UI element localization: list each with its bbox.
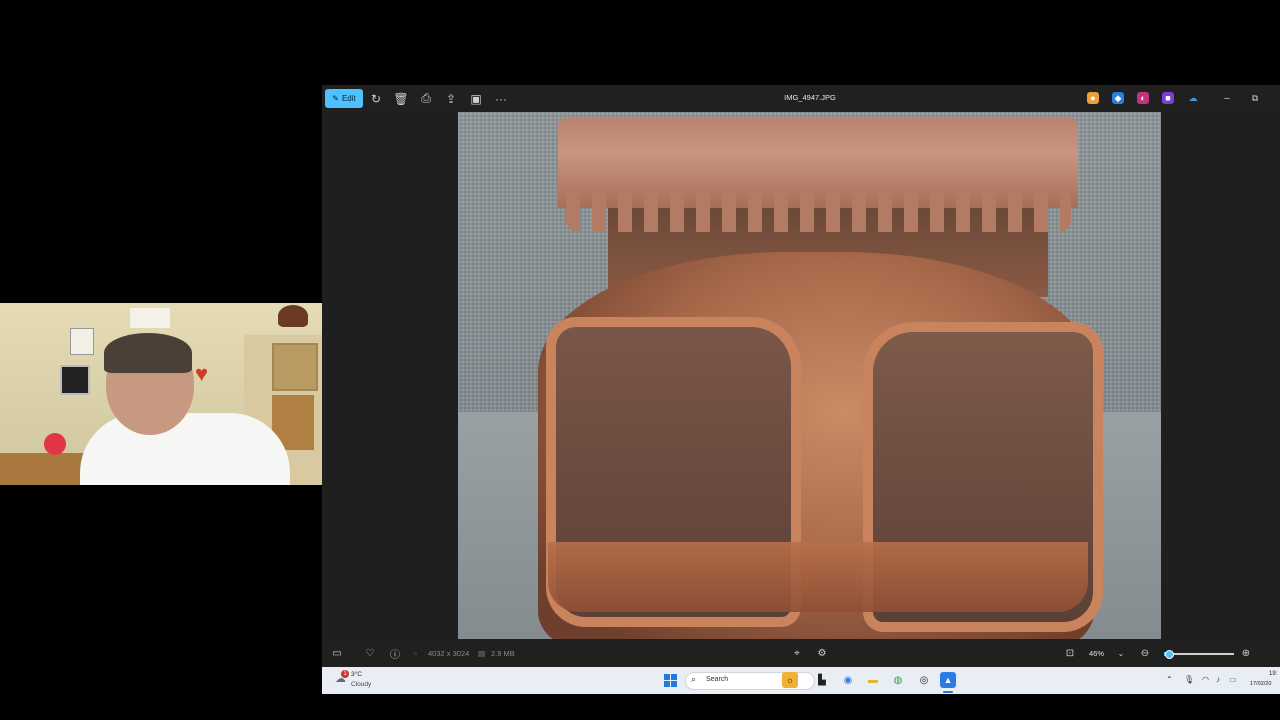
clock-date[interactable]: 17/02/20 (1250, 681, 1271, 687)
webcam-person-shirt (80, 413, 290, 485)
info-icon[interactable]: ⓘ (388, 646, 402, 661)
webcam-person-hair (104, 333, 192, 373)
zoom-slider-track[interactable] (1164, 653, 1234, 655)
photos-bottom-bar: ▭ ♡ ⓘ ▫ 4032 x 3024 ▤ 2.9 MB ⌖ ⚙ ⊡ 46% ⌄… (322, 640, 1280, 667)
image-dimensions: 4032 x 3024 (428, 649, 470, 658)
restore-button[interactable]: ⧉ (1246, 90, 1264, 107)
weather-condition[interactable]: Cloudy (351, 681, 371, 688)
enhance-icon[interactable]: ⚙ (815, 646, 829, 660)
webcam-hat (278, 305, 308, 327)
visual-search-icon[interactable]: ⌖ (790, 646, 804, 660)
designer-icon[interactable]: ◆ (1112, 92, 1124, 104)
webcam-feed: ♥ (0, 303, 322, 485)
webcam-wall-frame (130, 308, 170, 328)
photos-toolbar: ✎ Edit ↻ 🗑 ⎙ ⇪ ▣ ··· IMG_4947.JPG ● ◆ ◐ … (322, 85, 1280, 112)
file-size-icon: ▤ (478, 649, 486, 658)
search-icon: ⌕ (691, 674, 697, 684)
battery-icon[interactable]: ▭ (1229, 675, 1237, 684)
obs-icon[interactable]: ◎ (916, 672, 932, 688)
weather-temperature[interactable]: 3°C (351, 671, 362, 678)
microphone-icon[interactable]: 🎙 (1184, 675, 1194, 684)
file-size: 2.9 MB (491, 649, 515, 658)
minimize-button[interactable]: – (1218, 90, 1236, 107)
chevron-up-icon[interactable]: ⌃ (1166, 675, 1173, 684)
photos-window: ✎ Edit ↻ 🗑 ⎙ ⇪ ▣ ··· IMG_4947.JPG ● ◆ ◐ … (322, 85, 1280, 667)
favorite-icon[interactable]: ♡ (363, 646, 377, 660)
photo-pot-base-band (548, 542, 1088, 612)
zoom-slider-thumb[interactable] (1164, 650, 1174, 659)
copilot-icon[interactable]: ● (1087, 92, 1099, 104)
photos-taskbar-icon[interactable]: ▲ (940, 672, 956, 688)
search-highlight-icon[interactable]: ☼ (782, 672, 798, 688)
webcam-wall-picture (70, 328, 94, 355)
copilot-taskbar-icon[interactable]: ◉ (840, 672, 856, 688)
filmstrip-icon[interactable]: ▭ (330, 646, 344, 660)
webcam-red-object (44, 433, 66, 455)
file-explorer-icon[interactable]: ▬ (865, 672, 881, 688)
taskbar-search-placeholder: Search (706, 676, 729, 683)
onedrive-icon[interactable]: ☁ (1187, 92, 1199, 104)
webcam-heart-picture: ♥ (195, 361, 209, 386)
clipchamp-icon[interactable]: ◐ (1137, 92, 1149, 104)
taskbar: ☁ 1 3°C Cloudy ⌕ Search ☼ ▙ ◉ ▬ ◍ ◎ ▲ ⌃ … (322, 667, 1280, 694)
planner-icon[interactable]: ■ (1162, 92, 1174, 104)
chrome-icon[interactable]: ◍ (890, 672, 906, 688)
windows-start-icon[interactable] (664, 674, 677, 687)
task-view-icon[interactable]: ▙ (814, 672, 830, 688)
clock-time[interactable]: 19: (1269, 671, 1277, 677)
speaker-icon[interactable]: ♪ (1216, 675, 1220, 684)
weather-alert-badge: 1 (341, 670, 349, 678)
zoom-level[interactable]: 46% (1089, 649, 1104, 658)
photo-view[interactable] (458, 112, 1161, 639)
webcam-cupboard-door (272, 343, 318, 391)
chevron-down-icon[interactable]: ⌄ (1114, 646, 1128, 660)
webcam-wall-clock (60, 365, 90, 395)
zoom-in-icon[interactable]: ⊕ (1239, 646, 1253, 660)
active-app-indicator (943, 691, 953, 693)
photo-pot-rim-scallops (566, 192, 1071, 232)
fit-screen-icon[interactable]: ⊡ (1063, 646, 1077, 660)
dimensions-icon: ▫ (414, 649, 417, 658)
zoom-out-icon[interactable]: ⊖ (1138, 646, 1152, 660)
wifi-icon[interactable]: ◠ (1202, 675, 1209, 684)
